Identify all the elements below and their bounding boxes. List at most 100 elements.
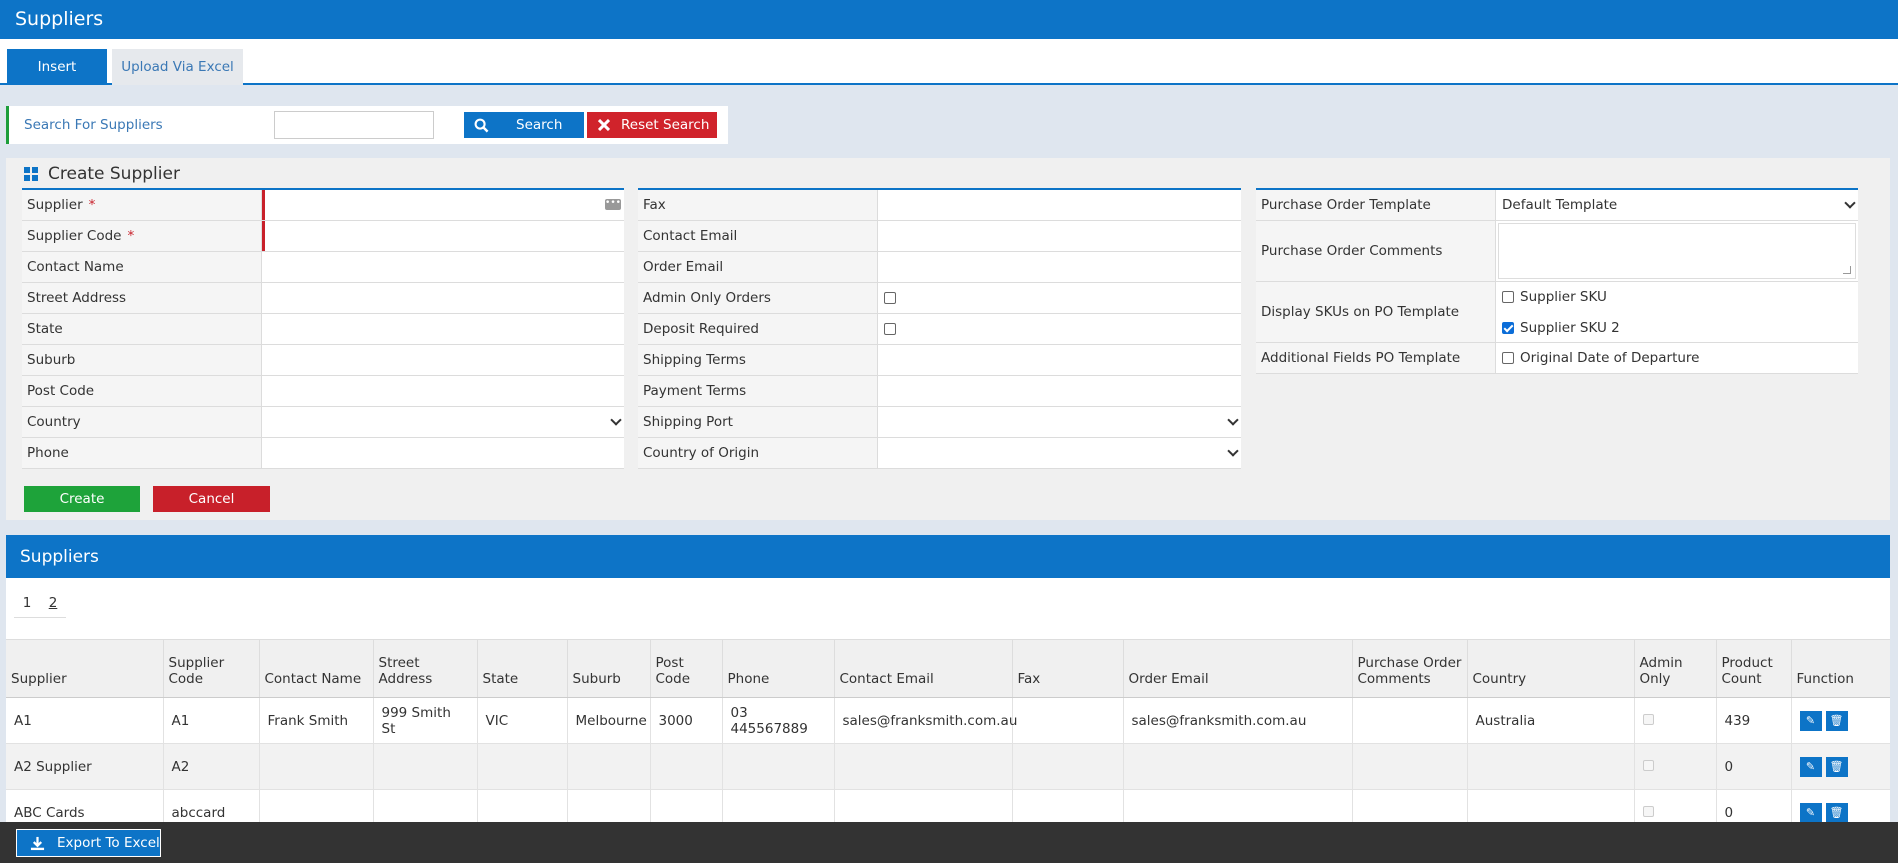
field-label: Fax bbox=[638, 190, 878, 220]
form-row-shipping-terms: Shipping Terms bbox=[638, 345, 1241, 376]
supplier-sku-2-checkbox[interactable] bbox=[1502, 321, 1514, 334]
form-row-country-of-origin: Country of Origin bbox=[638, 438, 1241, 469]
field-label: Purchase Order Template bbox=[1256, 190, 1496, 220]
supplier-input[interactable]: ••• bbox=[262, 190, 624, 220]
grid-icon bbox=[24, 167, 38, 181]
column-header[interactable]: Suburb bbox=[567, 639, 651, 698]
supplier-sku-option[interactable]: Supplier SKU bbox=[1502, 289, 1607, 305]
column-header[interactable]: Purchase Order Comments bbox=[1352, 639, 1468, 698]
trash-icon[interactable]: 🗑 bbox=[1825, 756, 1848, 777]
chevron-down-icon bbox=[1844, 197, 1856, 209]
cancel-button[interactable]: Cancel bbox=[153, 486, 270, 512]
supplier-sku-2-label: Supplier SKU 2 bbox=[1520, 319, 1620, 336]
supplier-code-input[interactable] bbox=[262, 221, 624, 251]
admin-only-orders-checkbox[interactable] bbox=[884, 292, 896, 304]
reset-search-label: Reset Search bbox=[621, 117, 710, 133]
export-to-excel-button[interactable]: Export To Excel bbox=[16, 829, 161, 857]
ellipsis-icon[interactable]: ••• bbox=[605, 199, 621, 210]
tab-upload-via-excel[interactable]: Upload Via Excel bbox=[112, 49, 243, 85]
column-header[interactable]: Product Count bbox=[1716, 639, 1792, 698]
admin-only-checkbox bbox=[1642, 713, 1654, 725]
footer-bar: Export To Excel bbox=[0, 822, 1898, 863]
tab-insert[interactable]: Insert bbox=[7, 49, 107, 85]
contact-name-input[interactable] bbox=[262, 252, 624, 282]
supplier-sku-2-option[interactable]: Supplier SKU 2 bbox=[1502, 320, 1620, 336]
column-header[interactable]: State bbox=[477, 639, 568, 698]
resize-handle-icon[interactable] bbox=[1843, 266, 1851, 274]
original-date-label: Original Date of Departure bbox=[1520, 350, 1700, 366]
cell-state: VIC bbox=[477, 697, 568, 744]
create-button[interactable]: Create bbox=[24, 486, 140, 512]
po-comments-cell bbox=[1496, 221, 1858, 281]
form-row-contact-name: Contact Name bbox=[22, 252, 624, 283]
column-header[interactable]: Supplier Code bbox=[163, 639, 260, 698]
cell-po-comments bbox=[1352, 697, 1468, 744]
fax-input[interactable] bbox=[878, 190, 1241, 220]
cell-contact-email: sales@franksmith.com.au bbox=[834, 697, 1017, 744]
page-1[interactable]: 1 bbox=[14, 588, 40, 618]
column-header[interactable]: Post Code bbox=[650, 639, 723, 698]
field-label: Supplier Code * bbox=[22, 221, 262, 251]
phone-input[interactable] bbox=[262, 438, 624, 468]
po-comments-textarea[interactable] bbox=[1498, 223, 1856, 279]
form-row-deposit-required: Deposit Required bbox=[638, 314, 1241, 345]
form-row-po-template: Purchase Order Template Default Template bbox=[1256, 190, 1858, 221]
suppliers-section-header: Suppliers bbox=[6, 535, 1890, 578]
column-header[interactable]: Phone bbox=[722, 639, 835, 698]
field-label-text: Supplier Code bbox=[27, 228, 122, 244]
state-input[interactable] bbox=[262, 314, 624, 344]
column-header[interactable]: Contact Name bbox=[259, 639, 374, 698]
contact-email-input[interactable] bbox=[878, 221, 1241, 251]
supplier-sku-checkbox[interactable] bbox=[1502, 290, 1514, 303]
create-supplier-title: Create Supplier bbox=[24, 164, 180, 184]
cell-phone: 03 445567889 bbox=[722, 697, 835, 744]
column-header[interactable]: Street Address bbox=[373, 639, 478, 698]
po-template-select[interactable]: Default Template bbox=[1496, 190, 1858, 220]
street-address-input[interactable] bbox=[262, 283, 624, 313]
column-header[interactable]: Admin Only bbox=[1634, 639, 1717, 698]
cell-postcode bbox=[650, 789, 723, 822]
field-label: Deposit Required bbox=[638, 314, 878, 344]
cell-supplier: A2 Supplier bbox=[6, 743, 164, 790]
cell-suburb bbox=[567, 789, 651, 822]
original-date-checkbox[interactable] bbox=[1502, 352, 1514, 364]
table-row: A2 Supplier A2 0 ✎ 🗑 bbox=[6, 743, 1890, 790]
column-header[interactable]: Fax bbox=[1012, 639, 1124, 698]
search-bar: Search For Suppliers Search Reset Search bbox=[6, 106, 728, 144]
create-button-label: Create bbox=[59, 491, 105, 507]
display-skus-cell: Supplier SKU Supplier SKU 2 bbox=[1496, 282, 1858, 342]
post-code-input[interactable] bbox=[262, 376, 624, 406]
pencil-icon[interactable]: ✎ bbox=[1799, 756, 1822, 777]
page-2[interactable]: 2 bbox=[40, 588, 66, 618]
cell-contact: Frank Smith bbox=[259, 697, 374, 744]
suppliers-table: Supplier Supplier Code Contact Name Stre… bbox=[6, 639, 1890, 822]
close-icon bbox=[587, 119, 621, 131]
table-row: ABC Cards abccard 0 ✎ 🗑 bbox=[6, 789, 1890, 822]
trash-icon[interactable]: 🗑 bbox=[1825, 710, 1848, 731]
cell-supplier: ABC Cards bbox=[6, 789, 164, 822]
trash-icon[interactable]: 🗑 bbox=[1825, 802, 1848, 822]
original-date-option[interactable]: Original Date of Departure bbox=[1502, 350, 1699, 366]
supplier-sku-label: Supplier SKU bbox=[1520, 288, 1607, 305]
suburb-input[interactable] bbox=[262, 345, 624, 375]
pencil-icon[interactable]: ✎ bbox=[1799, 710, 1822, 731]
pencil-icon[interactable]: ✎ bbox=[1799, 802, 1822, 822]
shipping-port-select[interactable] bbox=[878, 407, 1241, 437]
column-header[interactable]: Country bbox=[1467, 639, 1635, 698]
payment-terms-input[interactable] bbox=[878, 376, 1241, 406]
column-header[interactable]: Supplier bbox=[6, 639, 164, 698]
reset-search-button[interactable]: Reset Search bbox=[587, 112, 717, 138]
country-of-origin-select[interactable] bbox=[878, 438, 1241, 468]
cell-product-count: 439 bbox=[1716, 697, 1792, 744]
order-email-input[interactable] bbox=[878, 252, 1241, 282]
column-header[interactable]: Order Email bbox=[1123, 639, 1353, 698]
column-header[interactable]: Contact Email bbox=[834, 639, 1013, 698]
search-input[interactable] bbox=[274, 111, 434, 139]
shipping-terms-input[interactable] bbox=[878, 345, 1241, 375]
search-button[interactable]: Search bbox=[464, 112, 584, 138]
country-select[interactable] bbox=[262, 407, 624, 437]
cell-state bbox=[477, 789, 568, 822]
field-label: Suburb bbox=[22, 345, 262, 375]
search-label: Search For Suppliers bbox=[24, 117, 163, 133]
deposit-required-checkbox[interactable] bbox=[884, 323, 896, 335]
